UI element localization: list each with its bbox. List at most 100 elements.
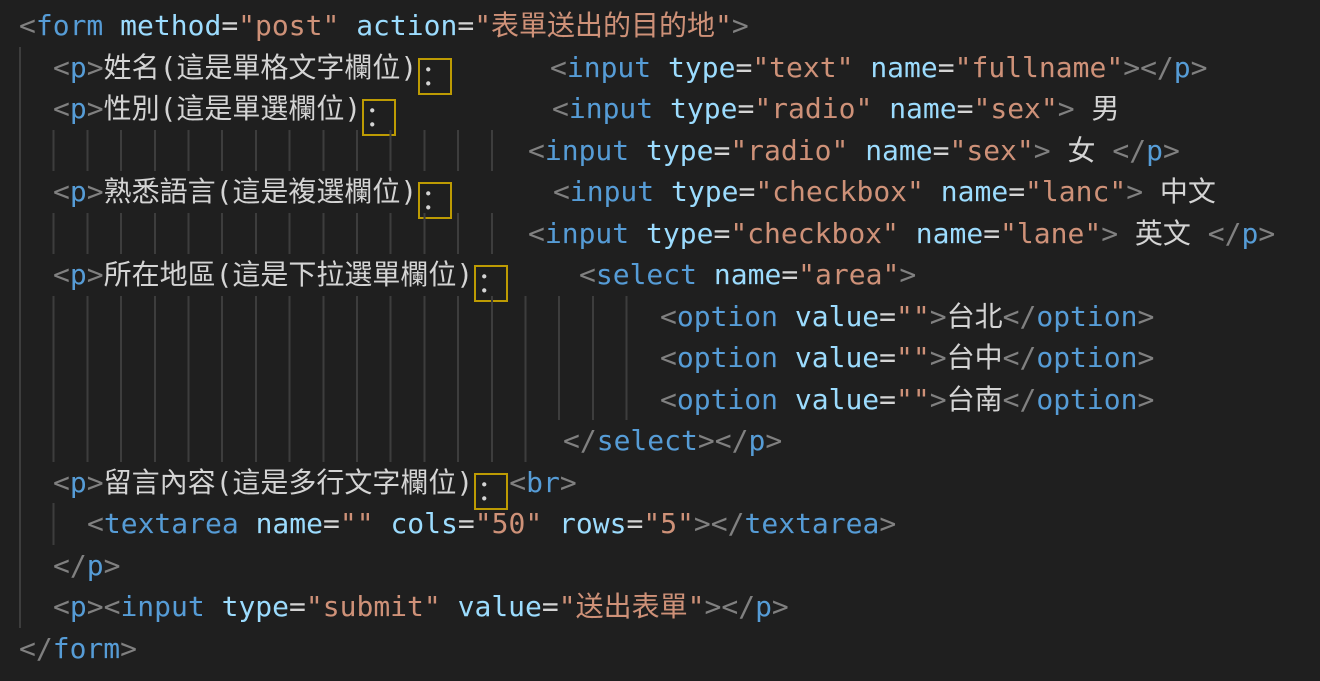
- code-token: =: [735, 51, 752, 84]
- code-token: >: [694, 507, 711, 540]
- code-line-5: <p>熟悉語言(這是複選欄位)：<input type="checkbox" n…: [0, 171, 1320, 213]
- code-segment: <input type="checkbox" name="lane"> 英文 <…: [528, 213, 1275, 255]
- code-token: p: [70, 92, 87, 125]
- code-token: 性別(這是單選欄位): [104, 92, 362, 125]
- code-token: select: [596, 258, 697, 291]
- code-token: 台中: [947, 341, 1003, 374]
- code-token: [441, 590, 458, 623]
- code-token: </: [53, 549, 87, 582]
- code-token: =: [879, 341, 896, 374]
- code-token: "radio": [730, 134, 848, 167]
- indent-guides: [19, 47, 21, 89]
- code-token: p: [70, 590, 87, 623]
- code-token: <: [509, 466, 526, 499]
- code-token: <: [528, 134, 545, 167]
- code-token: [872, 92, 889, 125]
- code-line-10: <option value="">台南</option>: [0, 379, 1320, 421]
- code-token: [651, 51, 668, 84]
- code-token: </: [715, 424, 749, 457]
- code-line-11: </select></p>: [0, 420, 1320, 462]
- code-token: name: [865, 134, 932, 167]
- code-token: </: [721, 590, 755, 623]
- code-token: p: [70, 258, 87, 291]
- code-token: [924, 175, 941, 208]
- code-segment: <input type="radio" name="sex"> 男: [552, 88, 1120, 130]
- code-token: "": [340, 507, 374, 540]
- code-token: "text": [752, 51, 853, 84]
- code-token: <: [104, 590, 121, 623]
- code-segment: </form>: [19, 628, 137, 670]
- code-segment: <input type="radio" name="sex"> 女 </p>: [528, 130, 1180, 172]
- code-token: >: [765, 424, 782, 457]
- code-token: "": [896, 341, 930, 374]
- code-token: =: [879, 383, 896, 416]
- code-token: [778, 341, 795, 374]
- code-line-16: </form>: [0, 628, 1320, 670]
- code-token: </: [1003, 383, 1037, 416]
- code-token: >: [87, 92, 104, 125]
- code-token: >: [1163, 134, 1180, 167]
- code-token: <: [53, 258, 70, 291]
- code-token: <: [53, 590, 70, 623]
- code-token: =: [457, 9, 474, 42]
- code-token: value: [795, 383, 879, 416]
- code-token: >: [698, 424, 715, 457]
- indent-guides: [19, 379, 649, 421]
- code-token: </: [1003, 300, 1037, 333]
- code-token: >: [930, 341, 947, 374]
- code-token: rows: [559, 507, 626, 540]
- code-segment: <p><input type="submit" value="送出表單"></p…: [53, 586, 789, 628]
- code-segment: <select name="area">: [579, 254, 916, 296]
- code-token: =: [458, 507, 475, 540]
- code-token: >: [1126, 175, 1143, 208]
- code-token: method: [120, 9, 221, 42]
- code-token: form: [53, 632, 120, 665]
- code-token: [654, 175, 671, 208]
- code-token: >: [879, 507, 896, 540]
- code-token: >: [704, 590, 721, 623]
- code-line-12: <p>留言內容(這是多行文字欄位)：<br>: [0, 462, 1320, 504]
- code-token: 男: [1075, 92, 1120, 125]
- code-token: <: [552, 92, 569, 125]
- indent-guides: [19, 171, 21, 213]
- code-segment: <textarea name="" cols="50" rows="5"></t…: [87, 503, 896, 545]
- code-token: "5": [643, 507, 694, 540]
- code-token: =: [221, 9, 238, 42]
- code-segment: </p>: [53, 545, 120, 587]
- code-token: >: [560, 466, 577, 499]
- code-token: <: [528, 217, 545, 250]
- code-token: "checkbox": [755, 175, 924, 208]
- code-token: [629, 217, 646, 250]
- code-token: <: [660, 300, 677, 333]
- code-token: name: [714, 258, 781, 291]
- code-token: </: [1208, 217, 1242, 250]
- code-token: 留言內容(這是多行文字欄位): [104, 466, 474, 499]
- code-token: "sex": [949, 134, 1033, 167]
- code-token: </: [1003, 341, 1037, 374]
- code-token: 姓名(這是單格文字欄位): [104, 51, 418, 84]
- code-token: [697, 258, 714, 291]
- code-segment: </select></p>: [563, 420, 782, 462]
- code-token: =: [957, 92, 974, 125]
- code-area[interactable]: <form method="post" action="表單送出的目的地"><p…: [0, 5, 1320, 669]
- code-token: =: [323, 507, 340, 540]
- code-token: >: [1101, 217, 1118, 250]
- code-token: "radio": [754, 92, 872, 125]
- code-token: p: [748, 424, 765, 457]
- code-token: value: [795, 300, 879, 333]
- code-token: >: [1058, 92, 1075, 125]
- code-token: p: [87, 549, 104, 582]
- code-token: option: [677, 300, 778, 333]
- code-token: >: [930, 383, 947, 416]
- code-token: option: [1036, 300, 1137, 333]
- code-token: >: [1034, 134, 1051, 167]
- code-token: >: [772, 590, 789, 623]
- code-token: =: [542, 590, 559, 623]
- code-token: "送出表單": [559, 590, 705, 623]
- indent-guides: [19, 503, 59, 545]
- code-token: "submit": [306, 590, 441, 623]
- code-token: >: [87, 590, 104, 623]
- code-token: "表單送出的目的地": [474, 9, 732, 42]
- code-editor[interactable]: <form method="post" action="表單送出的目的地"><p…: [0, 0, 1320, 681]
- code-token: p: [1146, 134, 1163, 167]
